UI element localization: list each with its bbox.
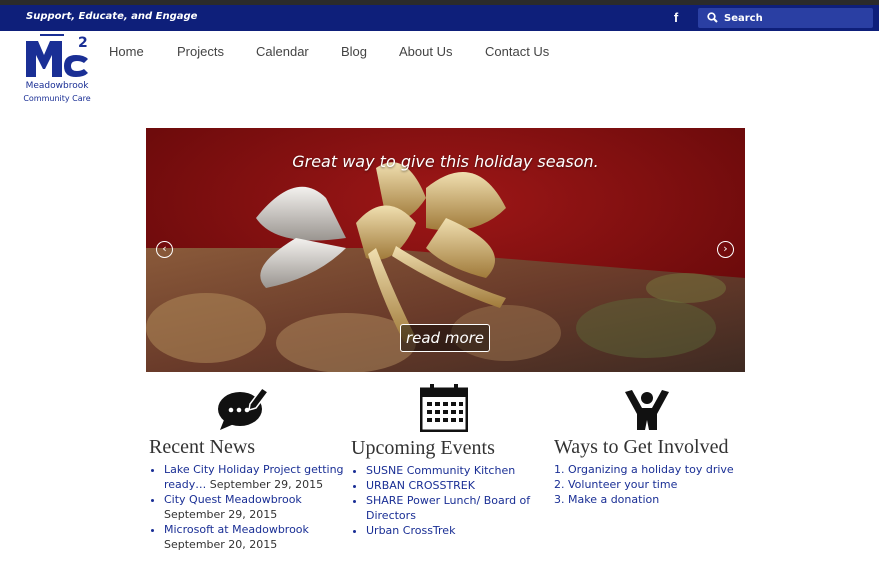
- logo-subtitle: Community Care: [23, 94, 91, 103]
- logo-mark: 2: [26, 34, 88, 77]
- list-item[interactable]: SHARE Power Lunch/ Board of Directors: [366, 493, 551, 523]
- list-item[interactable]: 3. Make a donation: [554, 492, 754, 507]
- list-item[interactable]: 2. Volunteer your time: [554, 477, 754, 492]
- read-more-button[interactable]: read more: [400, 324, 490, 352]
- event-link[interactable]: SUSNE Community Kitchen: [366, 464, 515, 477]
- list-item: Microsoft at Meadowbrook September 20, 2…: [164, 522, 349, 552]
- get-involved-list: 1. Organizing a holiday toy drive 2. Vol…: [554, 462, 754, 507]
- news-link[interactable]: Microsoft at Meadowbrook: [164, 523, 309, 536]
- search-input[interactable]: [724, 10, 864, 26]
- list-item[interactable]: 1. Organizing a holiday toy drive: [554, 462, 754, 477]
- list-item[interactable]: SUSNE Community Kitchen: [366, 463, 551, 478]
- logo-name: Meadowbrook: [25, 81, 89, 91]
- nav-projects[interactable]: Projects: [177, 44, 224, 59]
- event-link[interactable]: SHARE Power Lunch/ Board of Directors: [366, 494, 530, 522]
- recent-news-title: Recent News: [149, 436, 256, 458]
- site-logo[interactable]: 2 Meadowbrook Community Care: [18, 33, 96, 107]
- nav-contact-us[interactable]: Contact Us: [485, 44, 549, 59]
- person-raising-hands-icon: [625, 390, 669, 430]
- top-bar: Support, Educate, and Engage f: [0, 5, 879, 31]
- search-icon: [707, 12, 718, 23]
- news-link[interactable]: City Quest Meadowbrook: [164, 493, 302, 506]
- chevron-left-icon[interactable]: ‹: [156, 241, 173, 258]
- news-date: September 29, 2015: [164, 508, 278, 521]
- nav-blog[interactable]: Blog: [341, 44, 367, 59]
- upcoming-events-list: SUSNE Community Kitchen URBAN CROSSTREK …: [351, 463, 551, 538]
- news-date: September 20, 2015: [164, 538, 278, 551]
- slide-caption: Great way to give this holiday season.: [292, 152, 599, 171]
- nav-home[interactable]: Home: [109, 44, 144, 59]
- hero-slider: Great way to give this holiday season. ‹…: [146, 128, 745, 372]
- nav-about-us[interactable]: About Us: [399, 44, 452, 59]
- chevron-right-icon[interactable]: ›: [717, 241, 734, 258]
- event-link[interactable]: URBAN CROSSTREK: [366, 479, 475, 492]
- news-date: September 29, 2015: [209, 478, 324, 491]
- list-item: City Quest Meadowbrook September 29, 201…: [164, 492, 349, 522]
- calendar-icon: [420, 384, 468, 432]
- list-item[interactable]: URBAN CROSSTREK: [366, 478, 551, 493]
- event-link[interactable]: Urban CrossTrek: [366, 524, 455, 537]
- recent-news-list: Lake City Holiday Project getting ready……: [149, 462, 349, 552]
- list-item: Lake City Holiday Project getting ready……: [164, 462, 349, 492]
- search-box[interactable]: [698, 8, 873, 28]
- facebook-icon[interactable]: f: [670, 10, 682, 26]
- tagline: Support, Educate, and Engage: [26, 11, 198, 22]
- list-item[interactable]: Urban CrossTrek: [366, 523, 551, 538]
- svg-text:2: 2: [78, 35, 88, 51]
- nav-calendar[interactable]: Calendar: [256, 44, 309, 59]
- get-involved-title: Ways to Get Involved: [554, 436, 729, 458]
- speech-bubble-pencil-icon: [218, 386, 268, 430]
- upcoming-events-title: Upcoming Events: [351, 437, 495, 459]
